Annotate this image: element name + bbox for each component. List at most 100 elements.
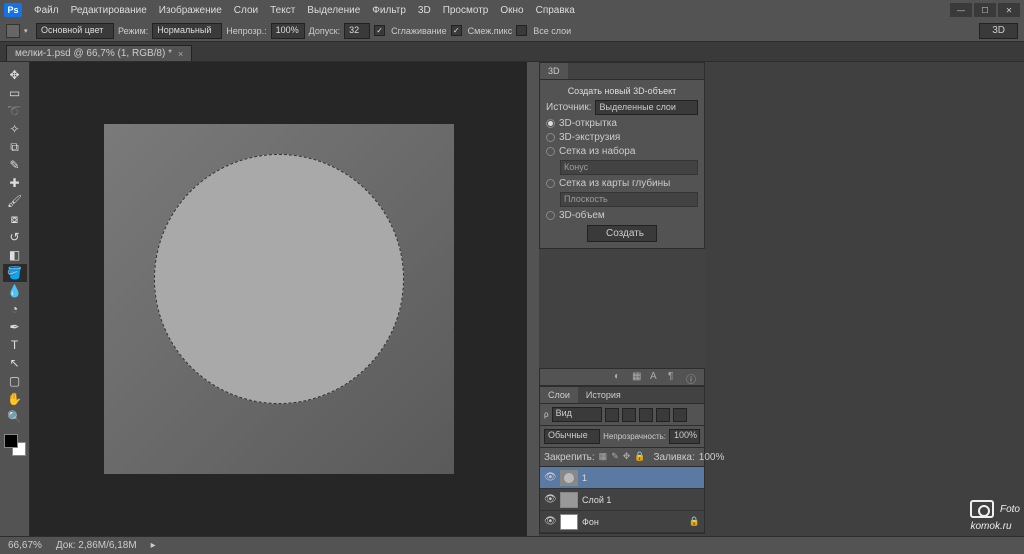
color-swatches[interactable] [4, 434, 26, 456]
canvas[interactable] [104, 124, 454, 474]
blur-tool[interactable]: 💧 [3, 282, 27, 300]
all-layers-checkbox[interactable] [516, 25, 527, 36]
filter-pixel-icon[interactable] [605, 408, 619, 422]
visibility-icon[interactable]: 👁 [544, 516, 556, 527]
depth-preset-select[interactable]: Плоскость [560, 192, 698, 207]
toolbox: ✥ ▭ ➰ ✧ ⧉ ✎ ✚ 🖌 ⧇ ↺ ◧ 🪣 💧 ◔ ✒ T ↖ ▢ ✋ 🔍 [0, 62, 30, 536]
foreground-color-swatch[interactable] [4, 434, 18, 448]
3d-mode-button[interactable]: 3D [979, 23, 1018, 39]
eyedropper-tool[interactable]: ✎ [3, 156, 27, 174]
eraser-tool[interactable]: ◧ [3, 246, 27, 264]
lock-transparent-icon[interactable]: ▦ [599, 451, 608, 463]
info-icon[interactable]: ⓘ [686, 371, 698, 383]
tolerance-field[interactable]: 32 [344, 23, 370, 39]
path-tool[interactable]: ↖ [3, 354, 27, 372]
filter-type-icon[interactable] [639, 408, 653, 422]
menu-window[interactable]: Окно [494, 5, 529, 16]
magic-wand-tool[interactable]: ✧ [3, 120, 27, 138]
layer-row[interactable]: 👁 1 [540, 467, 704, 489]
layer-name[interactable]: Фон [582, 517, 599, 527]
menu-edit[interactable]: Редактирование [65, 5, 153, 16]
contiguous-label: Смеж.пикс [468, 26, 513, 36]
blend-mode-select[interactable]: Нормальный [152, 23, 222, 39]
antialias-checkbox[interactable] [374, 25, 385, 36]
opacity-field[interactable]: 100% [271, 23, 305, 39]
menu-filter[interactable]: Фильтр [366, 5, 412, 16]
layer-name[interactable]: 1 [582, 473, 587, 483]
menu-text[interactable]: Текст [264, 5, 301, 16]
lock-paint-icon[interactable]: ✎ [611, 451, 619, 463]
fill-field[interactable]: 100% [699, 452, 725, 463]
lock-all-icon[interactable]: 🔒 [634, 451, 645, 463]
layer-row[interactable]: 👁 Слой 1 [540, 489, 704, 511]
menu-layers[interactable]: Слои [228, 5, 264, 16]
tool-preset-icon[interactable] [6, 24, 20, 38]
history-brush-tool[interactable]: ↺ [3, 228, 27, 246]
tab-3d[interactable]: 3D [540, 63, 568, 79]
radio-extrusion[interactable] [546, 133, 555, 142]
layer-name[interactable]: Слой 1 [582, 495, 611, 505]
layer-thumbnail[interactable] [560, 492, 578, 508]
zoom-tool[interactable]: 🔍 [3, 408, 27, 426]
menu-file[interactable]: Файл [28, 5, 65, 16]
chevron-right-icon[interactable]: ▸ [151, 540, 156, 551]
create-button[interactable]: Создать [587, 225, 657, 242]
radio-mesh[interactable] [546, 147, 555, 156]
radio-volume[interactable] [546, 211, 555, 220]
text-icon[interactable]: A [650, 371, 662, 383]
panel-collapse-strip[interactable] [527, 62, 539, 536]
type-tool[interactable]: T [3, 336, 27, 354]
layer-opacity-field[interactable]: 100% [669, 429, 700, 444]
dodge-tool[interactable]: ◔ [3, 300, 27, 318]
menu-view[interactable]: Просмотр [437, 5, 495, 16]
menu-select[interactable]: Выделение [301, 5, 366, 16]
menu-3d[interactable]: 3D [412, 5, 437, 16]
history-icon[interactable]: ◐ [614, 371, 626, 383]
close-button[interactable]: ✕ [998, 3, 1020, 17]
paragraph-icon[interactable]: ¶ [668, 371, 680, 383]
watermark-text-1: Foto [1000, 504, 1020, 515]
contiguous-checkbox[interactable] [451, 25, 462, 36]
canvas-area[interactable] [30, 62, 527, 536]
blend-mode-select-layers[interactable]: Обычные [544, 429, 600, 444]
layer-thumbnail[interactable] [560, 514, 578, 530]
layer-thumbnail[interactable] [560, 470, 578, 486]
paint-bucket-tool[interactable]: 🪣 [3, 264, 27, 282]
filter-shape-icon[interactable] [656, 408, 670, 422]
source-select[interactable]: Выделенные слои [595, 100, 698, 115]
document-tab[interactable]: мелки-1.psd @ 66,7% (1, RGB/8) * × [6, 45, 192, 61]
filter-adjust-icon[interactable] [622, 408, 636, 422]
move-tool[interactable]: ✥ [3, 66, 27, 84]
foreground-color-select[interactable]: Основной цвет [36, 23, 114, 39]
zoom-level[interactable]: 66,67% [8, 540, 42, 551]
doc-info[interactable]: Док: 2,86M/6,18M [56, 540, 137, 551]
lasso-tool[interactable]: ➰ [3, 102, 27, 120]
close-icon[interactable]: × [178, 49, 183, 59]
radio-depth[interactable] [546, 179, 555, 188]
healing-tool[interactable]: ✚ [3, 174, 27, 192]
marquee-tool[interactable]: ▭ [3, 84, 27, 102]
visibility-icon[interactable]: 👁 [544, 494, 556, 505]
shape-tool[interactable]: ▢ [3, 372, 27, 390]
tab-history[interactable]: История [578, 387, 629, 403]
maximize-button[interactable]: ☐ [974, 3, 996, 17]
minimize-button[interactable]: — [950, 3, 972, 17]
swatches-icon[interactable]: ▦ [632, 371, 644, 383]
mesh-preset-select[interactable]: Конус [560, 160, 698, 175]
crop-tool[interactable]: ⧉ [3, 138, 27, 156]
brush-tool[interactable]: 🖌 [3, 192, 27, 210]
pen-tool[interactable]: ✒ [3, 318, 27, 336]
chevron-down-icon[interactable]: ▾ [24, 27, 32, 35]
stamp-tool[interactable]: ⧇ [3, 210, 27, 228]
filter-smart-icon[interactable] [673, 408, 687, 422]
lock-position-icon[interactable]: ✥ [623, 451, 631, 463]
document-tab-title: мелки-1.psd @ 66,7% (1, RGB/8) * [15, 48, 172, 59]
layer-kind-select[interactable]: Вид [552, 407, 602, 422]
menu-help[interactable]: Справка [530, 5, 581, 16]
tab-layers[interactable]: Слои [540, 387, 578, 403]
menu-image[interactable]: Изображение [153, 5, 228, 16]
hand-tool[interactable]: ✋ [3, 390, 27, 408]
visibility-icon[interactable]: 👁 [544, 472, 556, 483]
layer-row[interactable]: 👁 Фон 🔒 [540, 511, 704, 533]
radio-postcard[interactable] [546, 119, 555, 128]
